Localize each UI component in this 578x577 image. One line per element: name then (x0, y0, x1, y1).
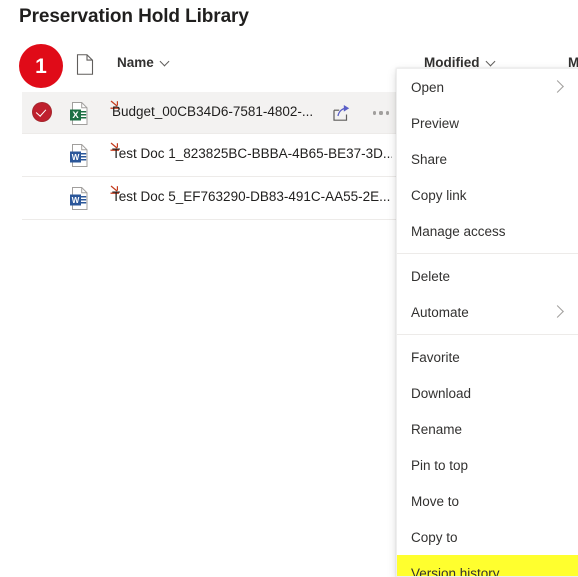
menu-item-copy-to[interactable]: Copy to (397, 519, 578, 555)
chevron-right-icon (551, 80, 564, 93)
column-header-name[interactable]: Name (117, 55, 170, 70)
chevron-down-icon[interactable] (161, 57, 170, 66)
excel-file-icon: X (68, 101, 92, 126)
menu-item-move-to[interactable]: Move to (397, 483, 578, 519)
menu-item-label: Favorite (411, 349, 460, 365)
more-actions-icon[interactable] (370, 105, 392, 121)
menu-item-label: Open (411, 79, 445, 95)
menu-item-automate[interactable]: Automate (397, 294, 578, 330)
menu-item-label: Move to (411, 493, 460, 509)
page-title: Preservation Hold Library (19, 6, 249, 27)
menu-item-manage-access[interactable]: Manage access (397, 213, 578, 249)
menu-item-label: Share (411, 151, 448, 167)
menu-item-copy-link[interactable]: Copy link (397, 177, 578, 213)
menu-item-delete[interactable]: Delete (397, 258, 578, 294)
document-icon[interactable] (76, 54, 94, 75)
menu-item-share[interactable]: Share (397, 141, 578, 177)
menu-item-open[interactable]: Open (397, 69, 578, 105)
menu-item-label: Copy link (411, 187, 467, 203)
menu-item-label: Delete (411, 268, 451, 284)
svg-text:W: W (72, 153, 80, 162)
word-file-icon: W (68, 143, 92, 168)
menu-item-label: Copy to (411, 529, 458, 545)
file-name-link[interactable]: Test Doc 5_EF763290-DB83-491C-AA55-2E... (112, 189, 390, 204)
step-badge-1: 1 (19, 44, 63, 88)
menu-item-label: Automate (411, 304, 469, 320)
check-circle-icon[interactable] (33, 103, 53, 123)
menu-item-label: Version history (411, 565, 500, 577)
svg-text:W: W (72, 196, 80, 205)
menu-item-preview[interactable]: Preview (397, 105, 578, 141)
menu-item-label: Download (411, 385, 472, 401)
file-name-link[interactable]: Budget_00CB34D6-7581-4802-... (112, 104, 313, 119)
menu-item-favorite[interactable]: Favorite (397, 339, 578, 375)
menu-item-version-history[interactable]: Version history (397, 555, 578, 577)
menu-item-pin-to-top[interactable]: Pin to top (397, 447, 578, 483)
menu-item-label: Manage access (411, 223, 506, 239)
share-icon[interactable] (332, 104, 351, 122)
chevron-down-icon[interactable] (487, 57, 496, 66)
file-name-link[interactable]: Test Doc 1_823825BC-BBBA-4B65-BE37-3D... (112, 146, 392, 161)
svg-text:X: X (72, 110, 79, 121)
menu-item-label: Preview (411, 115, 460, 131)
menu-separator (397, 334, 578, 335)
menu-item-label: Pin to top (411, 457, 469, 473)
column-header-name-label: Name (117, 55, 154, 70)
menu-item-label: Rename (411, 421, 463, 437)
chevron-right-icon (551, 305, 564, 318)
menu-item-download[interactable]: Download (397, 375, 578, 411)
word-file-icon: W (68, 186, 92, 211)
menu-item-rename[interactable]: Rename (397, 411, 578, 447)
context-menu[interactable]: Open Preview Share Copy link Manage access De… (396, 68, 578, 577)
menu-separator (397, 253, 578, 254)
